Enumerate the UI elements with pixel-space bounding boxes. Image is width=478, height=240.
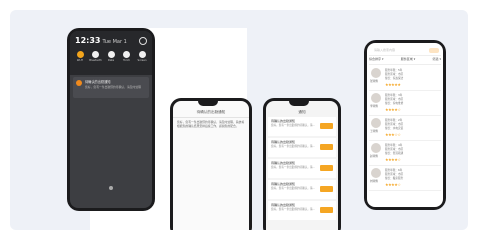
star-rating: ★★★★★ <box>385 82 401 87</box>
confirm-button[interactable] <box>320 186 333 192</box>
worker-details: 服务年限：2年 服务区域：市区 擅长：水电安装 <box>385 119 404 130</box>
avatar <box>371 93 381 103</box>
toggle-icon <box>107 51 115 58</box>
item-title: 待确认的出勤通知 <box>271 203 296 207</box>
worker-name: 王师傅 <box>370 130 378 133</box>
phone-notification-list: 通知 待确认的出勤通知 您好，您有一条出勤预约待确认，请... 待确认的出勤通知 您好… <box>263 98 341 230</box>
avatar <box>371 168 381 178</box>
worker-list: 张师傅 服务年限：5年 服务区域：市区 擅长：家政保洁 ★★★★★ 李师傅 服务年限：3年服… <box>369 66 441 191</box>
notification-card[interactable]: 待确认的出勤通知 您好，您有一条出勤预约待确认，请及时处理 <box>73 77 149 98</box>
worker-details: 服务年限：5年 服务区域：市区 擅长：家政保洁 <box>385 69 404 80</box>
item-title: 待确认的出勤通知 <box>271 161 296 165</box>
worker-details: 服务年限：4年 服务区域：市区 擅长：管道疏通 <box>385 144 404 155</box>
list-item[interactable]: 张师傅 服务年限：5年 服务区域：市区 擅长：家政保洁 ★★★★★ <box>369 66 441 91</box>
notification-title: 待确认的出勤通知 <box>85 80 111 84</box>
list-item[interactable]: 待确认的出勤通知 您好，您有一条出勤预约待确认，请... <box>268 117 336 136</box>
phone-message-detail: 待确认的出勤通知 您好，您有一条出勤预约待确认，请及时处理，系统将根据您的确认结… <box>170 98 252 230</box>
list-item[interactable]: 待确认的出勤通知 您好，您有一条出勤预约待确认，请... <box>268 138 336 157</box>
list-item[interactable]: 赵师傅 服务年限：4年 服务区域：市区 擅长：管道疏通 ★★★★☆ <box>369 141 441 166</box>
worker-name: 李师傅 <box>370 105 378 108</box>
worker-details: 服务年限：3年 服务区域：市区 擅长：家电维修 <box>385 94 404 105</box>
quick-setting-toggle[interactable]: Torch <box>123 51 131 65</box>
divider <box>173 117 249 118</box>
item-title: 待确认的出勤通知 <box>271 182 296 186</box>
filter-bar: 综合排序 ▾ 服务区域 ▾ 筛选 ▾ <box>369 57 441 65</box>
toggle-icon <box>92 51 99 58</box>
item-body: 您好，您有一条出勤预约待确认，请... <box>271 124 315 127</box>
phone2-screen: 待确认的出勤通知 您好，您有一条出勤预约待确认，请及时处理，系统将根据您的确认结… <box>173 101 249 230</box>
star-rating: ★★★★☆ <box>385 182 401 187</box>
item-body: 您好，您有一条出勤预约待确认，请... <box>271 187 315 190</box>
item-title: 待确认的出勤通知 <box>271 119 296 123</box>
showcase-canvas: 12:33 Tue Mar 1 Wi-Fi Bluetooth Data Torch Sc… <box>10 10 468 230</box>
search-bar[interactable]: 请输入搜索内容 <box>369 47 441 56</box>
app-icon <box>76 80 82 86</box>
filter-dropdown[interactable]: 筛选 ▾ <box>433 57 441 64</box>
quick-settings-row: Wi-Fi Bluetooth Data Torch Screen <box>76 51 146 65</box>
phone1-screen: 12:33 Tue Mar 1 Wi-Fi Bluetooth Data Torch Sc… <box>70 31 152 208</box>
home-indicator-icon[interactable] <box>109 186 113 190</box>
camera-notch <box>289 101 309 106</box>
confirm-button[interactable] <box>320 165 333 171</box>
phone-worker-list: 请输入搜索内容 综合排序 ▾ 服务区域 ▾ 筛选 ▾ 张师傅 服务年限：5年 服务区域：… <box>364 40 446 210</box>
toggle-label: Data <box>107 59 115 62</box>
gear-icon[interactable] <box>139 37 147 45</box>
toggle-label: Torch <box>123 59 130 62</box>
worker-name: 赵师傅 <box>370 155 378 158</box>
quick-setting-toggle[interactable]: Bluetooth <box>89 51 102 65</box>
list-item[interactable]: 王师傅 服务年限：2年 服务区域：市区 擅长：水电安装 ★★★☆☆ <box>369 116 441 141</box>
item-body: 您好，您有一条出勤预约待确认，请... <box>271 145 315 148</box>
notification-body: 您好，您有一条出勤预约待确认，请及时处理 <box>85 85 141 89</box>
filter-dropdown[interactable]: 综合排序 ▾ <box>369 57 383 64</box>
list-item[interactable]: 待确认的出勤通知 您好，您有一条出勤预约待确认，请... <box>268 201 336 220</box>
worker-name: 刘师傅 <box>370 180 378 183</box>
search-button[interactable] <box>429 48 439 53</box>
list-item[interactable]: 李师傅 服务年限：3年 服务区域：市区 擅长：家电维修 ★★★★☆ <box>369 91 441 116</box>
confirm-button[interactable] <box>320 144 333 150</box>
star-rating: ★★★★☆ <box>385 157 401 162</box>
page-title: 通知 <box>298 110 306 114</box>
star-rating: ★★★☆☆ <box>385 132 401 137</box>
item-body: 您好，您有一条出勤预约待确认，请... <box>271 208 315 211</box>
avatar <box>371 118 381 128</box>
quick-settings-panel: 12:33 Tue Mar 1 Wi-Fi Bluetooth Data Torch Sc… <box>70 31 152 75</box>
avatar <box>371 68 381 78</box>
search-input[interactable]: 请输入搜索内容 <box>374 48 395 52</box>
quick-setting-toggle[interactable]: Screen <box>138 51 146 65</box>
toggle-icon <box>76 51 84 58</box>
quick-setting-toggle[interactable]: Data <box>107 51 115 65</box>
toggle-label: Wi-Fi <box>76 59 84 62</box>
phone4-screen: 请输入搜索内容 综合排序 ▾ 服务区域 ▾ 筛选 ▾ 张师傅 服务年限：5年 服务区域：… <box>367 43 443 207</box>
message-body: 您好，您有一条出勤预约待确认，请及时处理，系统将根据您的确认结果安排后续工作，感… <box>177 120 245 129</box>
toggle-icon <box>138 51 146 58</box>
camera-notch <box>198 101 218 106</box>
phone-notification-shade: 12:33 Tue Mar 1 Wi-Fi Bluetooth Data Torch Sc… <box>67 28 155 211</box>
worker-name: 张师傅 <box>370 80 378 83</box>
quick-setting-toggle[interactable]: Wi-Fi <box>76 51 84 65</box>
filter-dropdown[interactable]: 服务区域 ▾ <box>401 57 415 64</box>
clock: 12:33 Tue Mar 1 <box>75 36 127 45</box>
toggle-label: Screen <box>137 59 147 62</box>
toggle-icon <box>123 51 130 58</box>
toggle-label: Bluetooth <box>89 59 102 62</box>
star-rating: ★★★★☆ <box>385 107 401 112</box>
list-item[interactable]: 待确认的出勤通知 您好，您有一条出勤预约待确认，请... <box>268 180 336 199</box>
item-title: 待确认的出勤通知 <box>271 140 296 144</box>
phone3-screen: 通知 待确认的出勤通知 您好，您有一条出勤预约待确认，请... 待确认的出勤通知 您好… <box>266 101 338 230</box>
confirm-button[interactable] <box>320 123 333 129</box>
avatar <box>371 143 381 153</box>
list-item[interactable]: 待确认的出勤通知 您好，您有一条出勤预约待确认，请... <box>268 159 336 178</box>
confirm-button[interactable] <box>320 207 333 213</box>
worker-details: 服务年限：6年 服务区域：市区 擅长：搬家服务 <box>385 169 404 180</box>
item-body: 您好，您有一条出勤预约待确认，请... <box>271 166 315 169</box>
page-title: 待确认的出勤通知 <box>196 110 226 114</box>
list-item[interactable]: 刘师傅 服务年限：6年 服务区域：市区 擅长：搬家服务 ★★★★☆ <box>369 166 441 191</box>
notification-list: 待确认的出勤通知 您好，您有一条出勤预约待确认，请... 待确认的出勤通知 您好，您有… <box>268 117 336 222</box>
